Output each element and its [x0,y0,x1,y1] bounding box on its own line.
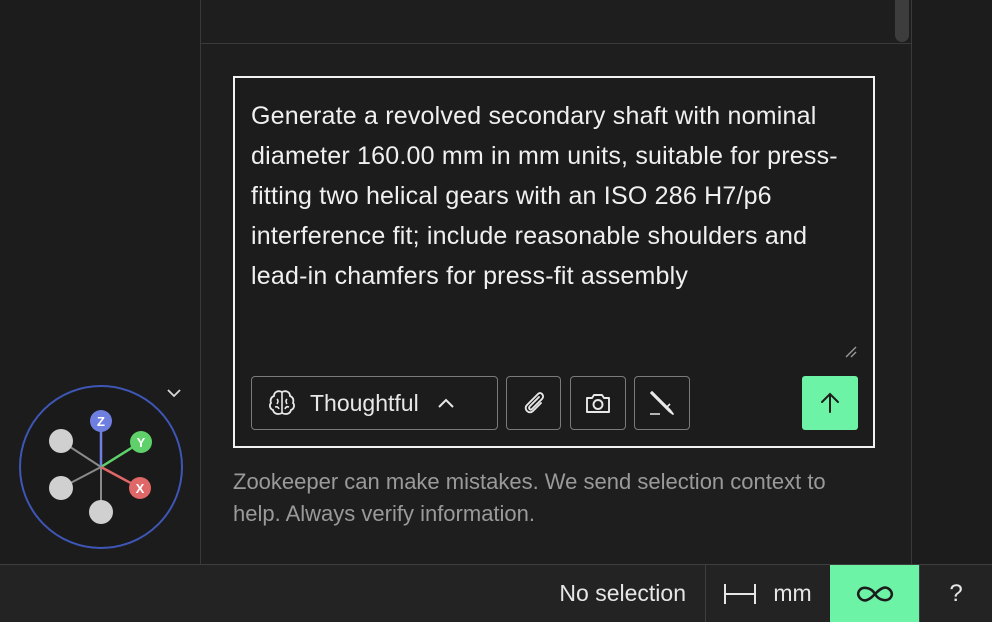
gizmo-z-label: Z [97,414,105,429]
screenshot-button[interactable] [570,376,626,430]
ruler-width-icon [724,583,757,604]
gizmo-neg-z-handle[interactable] [89,500,113,524]
units-label: mm [773,580,812,606]
prompt-composer: Generate a revolved secondary shaft with… [233,76,875,448]
resize-grip-icon[interactable] [843,344,857,358]
paperclip-icon [524,392,544,414]
arrow-up-icon [821,392,839,413]
orientation-gizmo[interactable]: Z Y X [18,384,184,550]
pencil-icon [650,391,674,415]
help-button[interactable]: ? [919,565,992,622]
gizmo-neg-x-handle[interactable] [49,429,73,453]
units-button[interactable]: mm [705,565,829,622]
infinity-icon [856,585,893,602]
mode-select-button[interactable]: Thoughtful [251,376,498,430]
message-history[interactable] [201,0,911,44]
chevron-up-icon [437,398,454,408]
disclaimer-text: Zookeeper can make mistakes. We send sel… [233,469,826,526]
mode-label: Thoughtful [310,389,419,416]
brain-icon [269,390,295,415]
scrollbar-thumb[interactable] [895,0,909,42]
camera-icon [586,394,610,413]
gizmo-neg-y-handle[interactable] [49,476,73,500]
prompt-input[interactable]: Generate a revolved secondary shaft with… [251,96,851,356]
gizmo-y-label: Y [137,435,146,450]
selection-status: No selection [559,580,686,606]
send-button[interactable] [802,376,858,430]
sketch-button[interactable] [634,376,690,430]
status-bar: No selection mm ? [0,564,992,622]
infinity-mode-button[interactable] [830,565,919,622]
right-gutter [911,0,992,564]
gizmo-x-label: X [136,481,145,496]
attach-file-button[interactable] [506,376,561,430]
